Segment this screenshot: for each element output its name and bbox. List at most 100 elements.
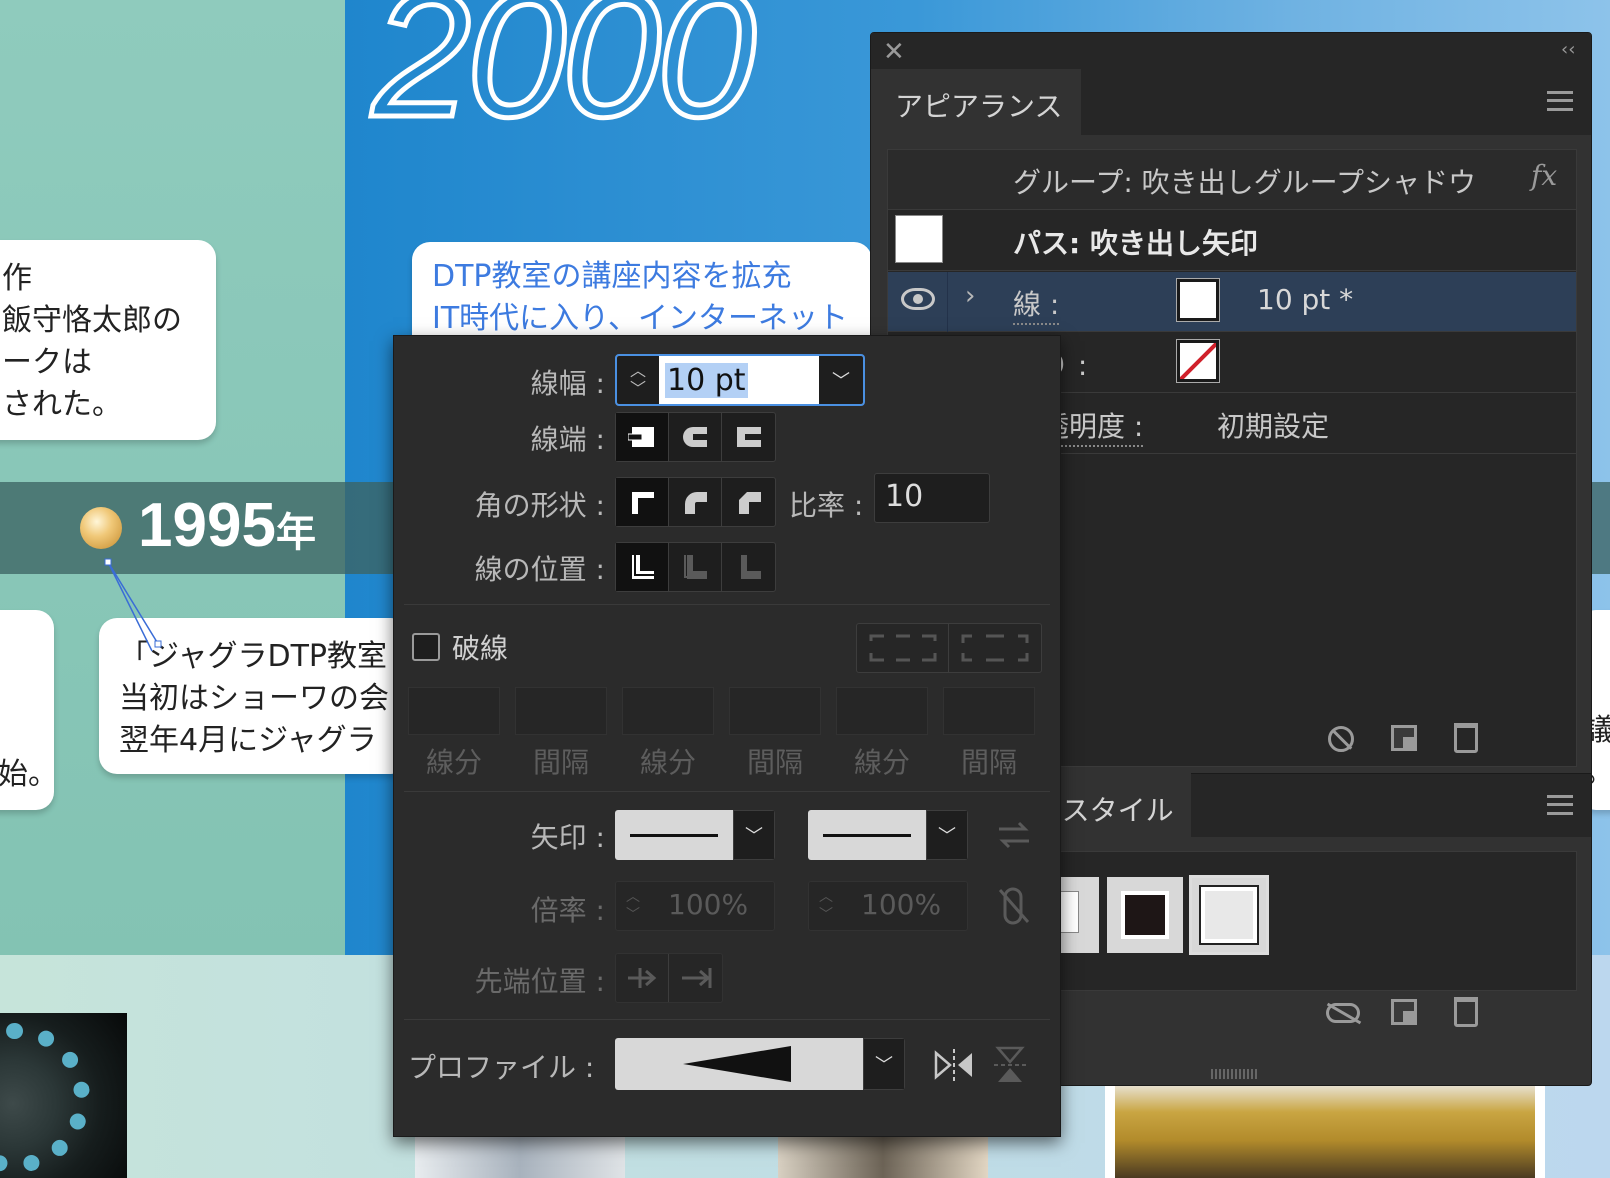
scale-stepper-icon[interactable]: ︿ ﹀ bbox=[819, 888, 833, 924]
dashed-checkbox[interactable] bbox=[412, 633, 440, 661]
tip-extend-icon bbox=[628, 968, 657, 988]
expand-chevron-icon[interactable]: › bbox=[965, 281, 975, 311]
delete-item-icon[interactable] bbox=[1454, 723, 1478, 753]
dashed-label: 破線 bbox=[452, 632, 509, 665]
photo-2 bbox=[778, 1130, 988, 1178]
swap-arrows-icon[interactable] bbox=[997, 820, 1031, 850]
gap-1-field[interactable] bbox=[515, 687, 607, 735]
chevron-down-icon[interactable]: ﹀ bbox=[733, 810, 775, 860]
scale-start-field[interactable]: ︿ ﹀ 100% bbox=[615, 881, 775, 931]
align-buttons bbox=[615, 542, 776, 592]
dash-corners-button[interactable] bbox=[949, 624, 1041, 672]
link-scale-icon[interactable] bbox=[997, 886, 1031, 926]
photo-1 bbox=[415, 1130, 625, 1178]
selected-arrow-path[interactable] bbox=[100, 555, 170, 655]
tip-position-label: 先端位置 : bbox=[474, 965, 605, 998]
dash-preserve-button[interactable] bbox=[857, 624, 949, 672]
scale-end-field[interactable]: ︿ ﹀ 100% bbox=[808, 881, 968, 931]
scale-stepper-icon[interactable]: ︿ ﹀ bbox=[626, 888, 640, 924]
dash-2-label: 線分 bbox=[640, 746, 697, 779]
step-down-icon[interactable]: ﹀ bbox=[630, 380, 646, 398]
dash-1-field[interactable] bbox=[408, 687, 500, 735]
resize-grip[interactable] bbox=[1211, 1069, 1257, 1079]
arrow-label: 矢印 : bbox=[530, 821, 605, 854]
flip-horizontal-icon[interactable] bbox=[934, 1049, 974, 1081]
bevel-join-button[interactable] bbox=[722, 478, 775, 526]
new-style-icon[interactable] bbox=[1391, 999, 1417, 1025]
miter-join-button[interactable] bbox=[616, 478, 669, 526]
align-inside-icon bbox=[684, 555, 707, 579]
clear-appearance-icon[interactable] bbox=[1328, 726, 1354, 752]
weight-input[interactable]: 10 pt bbox=[659, 356, 819, 404]
corner-label: 角の形状 : bbox=[474, 489, 605, 522]
visibility-eye-icon[interactable] bbox=[901, 288, 935, 310]
profile-label: プロファイル : bbox=[408, 1051, 595, 1084]
collapse-icon[interactable]: ‹‹ bbox=[1561, 39, 1575, 60]
chevron-down-icon[interactable]: ﹀ bbox=[926, 810, 968, 860]
butt-cap-icon bbox=[628, 427, 654, 447]
cap-buttons bbox=[615, 412, 776, 462]
dash-corners-icon bbox=[961, 634, 1029, 662]
align-label: 線の位置 : bbox=[474, 553, 605, 586]
dash-3-field[interactable] bbox=[836, 687, 928, 735]
arrow-start-select[interactable]: ﹀ bbox=[615, 810, 775, 860]
artboard[interactable]: 2000 作 飯守恪太郎の ークは された。 DTP教室の講座内容を拡充 IT時… bbox=[0, 0, 1610, 1178]
fill-none-swatch[interactable] bbox=[1176, 339, 1220, 383]
stroke-swatch[interactable] bbox=[1176, 278, 1220, 322]
dash-align-buttons bbox=[856, 623, 1042, 673]
row-path-label: パス: 吹き出し矢印 bbox=[1013, 227, 1258, 260]
panel-menu-icon[interactable] bbox=[1547, 91, 1573, 111]
square-cap-button[interactable] bbox=[722, 413, 775, 461]
divider bbox=[404, 1019, 1050, 1020]
dash-1-label: 線分 bbox=[426, 746, 483, 779]
tip-extend-button[interactable] bbox=[616, 954, 669, 1002]
weight-stepper[interactable]: ︿ ﹀ bbox=[617, 356, 659, 404]
year-1995: 1995年 bbox=[138, 490, 316, 561]
year-1995-suffix: 年 bbox=[275, 511, 316, 555]
butt-cap-button[interactable] bbox=[616, 413, 669, 461]
bubble-left-top[interactable]: 作 飯守恪太郎の ークは された。 bbox=[0, 240, 216, 440]
year-2000-heading: 2000 bbox=[370, 0, 759, 157]
style-swatch-shadow[interactable] bbox=[1189, 875, 1269, 955]
align-outside-button[interactable] bbox=[722, 543, 775, 591]
round-cap-button[interactable] bbox=[669, 413, 722, 461]
dash-2-field[interactable] bbox=[622, 687, 714, 735]
dash-3-label: 線分 bbox=[854, 746, 911, 779]
scale-label: 倍率 : bbox=[530, 894, 605, 927]
panel-titlebar[interactable] bbox=[871, 33, 1591, 69]
profile-select[interactable]: ﹀ bbox=[615, 1038, 905, 1090]
weight-dropdown-arrow[interactable]: ﹀ bbox=[819, 356, 863, 404]
delete-style-icon[interactable] bbox=[1454, 997, 1478, 1027]
stroke-popup[interactable]: 線幅 : ︿ ﹀ 10 pt ﹀ 線端 : 角の形状 : 比率 : 10 線の位置… bbox=[393, 335, 1061, 1137]
bubble-left-mid[interactable]: 始。 bbox=[0, 610, 54, 810]
step-up-icon[interactable]: ︿ bbox=[630, 362, 646, 380]
tip-place-button[interactable] bbox=[669, 954, 722, 1002]
round-join-button[interactable] bbox=[669, 478, 722, 526]
profile-taper-icon bbox=[683, 1046, 791, 1082]
stroke-label[interactable]: 線 : bbox=[1013, 283, 1060, 325]
row-stroke[interactable] bbox=[888, 272, 1576, 332]
divider bbox=[404, 791, 1050, 792]
arrow-end-select[interactable]: ﹀ bbox=[808, 810, 968, 860]
gap-2-field[interactable] bbox=[729, 687, 821, 735]
align-center-icon bbox=[632, 555, 654, 579]
align-inside-button[interactable] bbox=[669, 543, 722, 591]
photo-conference bbox=[1105, 1072, 1545, 1178]
cap-label: 線端 : bbox=[530, 423, 605, 456]
gap-3-field[interactable] bbox=[943, 687, 1035, 735]
style-swatch-black[interactable] bbox=[1107, 877, 1183, 953]
bevel-join-icon bbox=[738, 492, 761, 514]
chevron-down-icon[interactable]: ﹀ bbox=[863, 1038, 905, 1090]
weight-spinbox[interactable]: ︿ ﹀ 10 pt ﹀ bbox=[615, 354, 865, 406]
duplicate-item-icon[interactable] bbox=[1391, 725, 1417, 751]
close-icon[interactable]: ✕ bbox=[883, 37, 905, 67]
styles-menu-icon[interactable] bbox=[1547, 795, 1573, 815]
align-center-button[interactable] bbox=[616, 543, 669, 591]
weight-value: 10 pt bbox=[665, 362, 748, 398]
flip-vertical-icon[interactable] bbox=[994, 1046, 1026, 1084]
fx-icon[interactable]: fx bbox=[1531, 159, 1557, 192]
opacity-value: 初期設定 bbox=[1217, 410, 1330, 443]
break-link-icon[interactable] bbox=[1326, 1002, 1362, 1025]
stroke-value[interactable]: 10 pt * bbox=[1257, 283, 1353, 316]
limit-input[interactable]: 10 bbox=[874, 473, 990, 523]
